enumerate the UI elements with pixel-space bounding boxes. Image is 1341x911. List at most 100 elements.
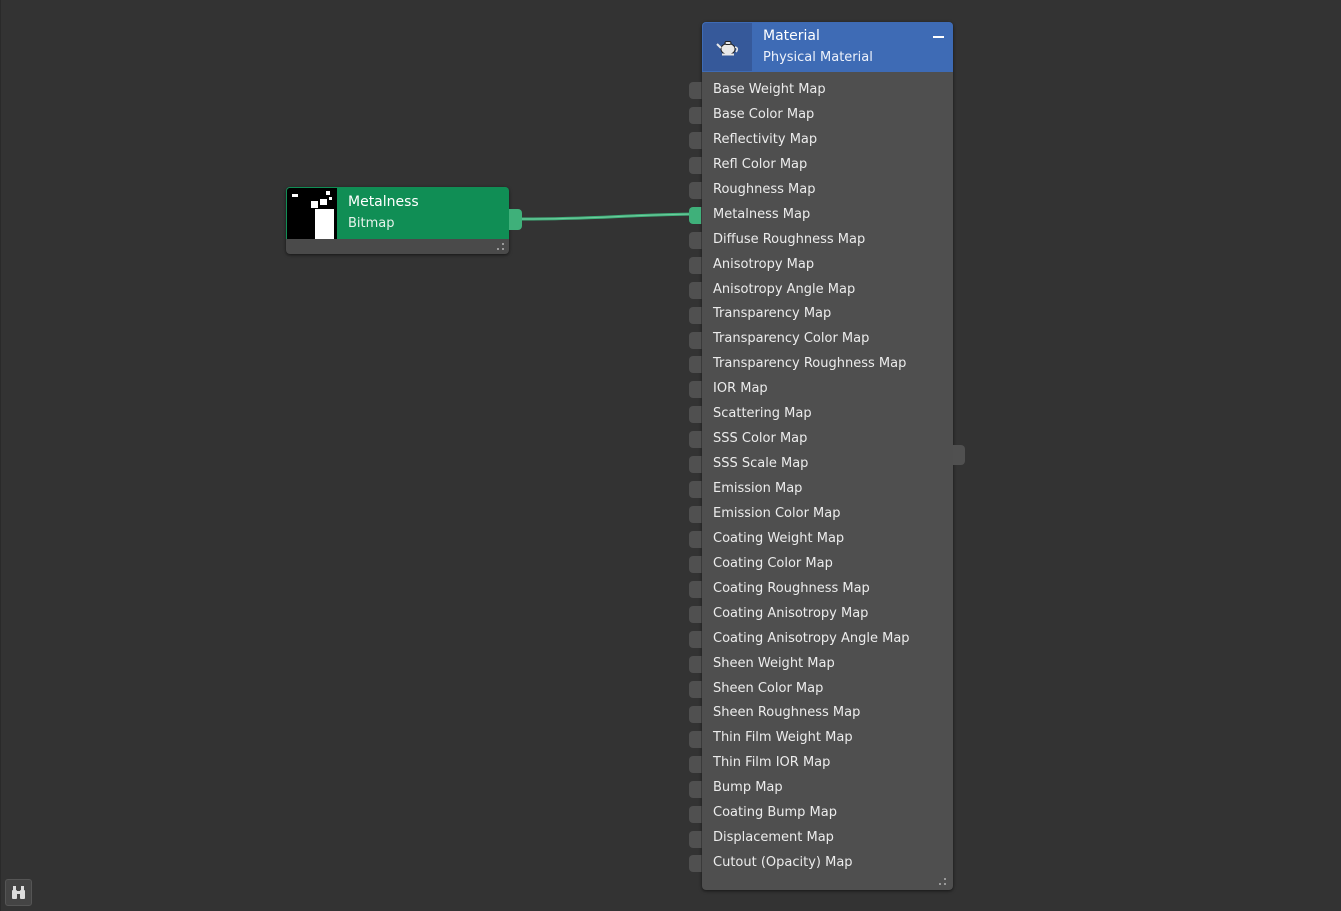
socket-row[interactable]: Bump Map (702, 776, 953, 801)
socket-row[interactable]: Transparency Roughness Map (702, 352, 953, 377)
socket-label: Base Weight Map (713, 82, 826, 97)
input-port[interactable] (689, 456, 702, 473)
socket-label: Sheen Weight Map (713, 655, 835, 671)
input-port[interactable] (689, 356, 702, 373)
socket-row[interactable]: Base Color Map (702, 103, 953, 128)
socket-row[interactable]: IOR Map (702, 377, 953, 402)
input-port[interactable] (689, 531, 702, 548)
input-port[interactable] (689, 132, 702, 149)
socket-row[interactable]: Anisotropy Angle Map (702, 278, 953, 303)
input-port[interactable] (689, 157, 702, 174)
input-port[interactable] (689, 381, 702, 398)
material-output-port[interactable] (953, 445, 965, 465)
collapse-button[interactable] (927, 28, 947, 44)
resize-grip-icon[interactable] (497, 243, 505, 251)
socket-row[interactable]: Anisotropy Map (702, 253, 953, 278)
socket-label: Bump Map (713, 780, 783, 796)
socket-row[interactable]: Coating Anisotropy Angle Map (702, 627, 953, 652)
bitmap-node-subtitle: Bitmap (348, 216, 395, 231)
input-port[interactable] (689, 581, 702, 598)
socket-row[interactable]: Sheen Color Map (702, 677, 953, 702)
socket-label: Cutout (Opacity) Map (713, 855, 853, 871)
input-port[interactable] (689, 681, 702, 698)
socket-row[interactable]: Coating Bump Map (702, 801, 953, 826)
input-port[interactable] (689, 182, 702, 199)
overview-button[interactable] (5, 879, 32, 906)
input-port[interactable] (689, 332, 702, 349)
input-port[interactable] (689, 855, 702, 872)
socket-row[interactable]: Thin Film Weight Map (702, 726, 953, 751)
socket-label: Thin Film Weight Map (713, 730, 853, 746)
socket-row[interactable]: Coating Anisotropy Map (702, 602, 953, 627)
socket-label: Thin Film IOR Map (713, 755, 831, 771)
material-socket-list: Base Weight Map Base Color Map Reflectivit… (702, 78, 953, 876)
socket-label: SSS Scale Map (713, 456, 809, 472)
socket-label: Transparency Map (713, 306, 832, 322)
input-port[interactable] (689, 556, 702, 573)
socket-label: Coating Roughness Map (713, 580, 870, 596)
socket-row[interactable]: Displacement Map (702, 826, 953, 851)
input-port[interactable] (689, 806, 702, 823)
socket-label: Refl Color Map (713, 156, 808, 172)
socket-row[interactable]: Base Weight Map (702, 78, 953, 103)
socket-row[interactable]: Emission Color Map (702, 502, 953, 527)
input-port[interactable] (689, 606, 702, 623)
socket-row[interactable]: Diffuse Roughness Map (702, 228, 953, 253)
material-node[interactable]: Material Physical Material Base Weight M… (702, 22, 953, 890)
node-editor-canvas[interactable]: Metalness Bitmap Material Physical Mater… (0, 0, 1341, 911)
socket-row[interactable]: Sheen Roughness Map (702, 701, 953, 726)
input-port[interactable] (689, 631, 702, 648)
resize-grip-icon[interactable] (939, 878, 947, 886)
socket-row[interactable]: Sheen Weight Map (702, 652, 953, 677)
socket-label: Reflectivity Map (713, 131, 818, 147)
socket-row[interactable]: Metalness Map (702, 203, 953, 228)
material-node-header[interactable]: Material Physical Material (702, 22, 953, 72)
socket-row[interactable]: Roughness Map (702, 178, 953, 203)
wire-path (521, 212, 698, 221)
socket-label: Diffuse Roughness Map (713, 231, 866, 247)
socket-row[interactable]: Emission Map (702, 477, 953, 502)
socket-row[interactable]: Refl Color Map (702, 153, 953, 178)
connection-wire[interactable] (0, 0, 1341, 911)
socket-row[interactable]: SSS Color Map (702, 427, 953, 452)
input-port[interactable] (689, 706, 702, 723)
bitmap-output-port[interactable] (509, 209, 522, 230)
material-node-title: Material (763, 28, 820, 44)
input-port[interactable] (689, 307, 702, 324)
socket-row[interactable]: Scattering Map (702, 402, 953, 427)
socket-row[interactable]: Coating Color Map (702, 552, 953, 577)
socket-row[interactable]: Transparency Color Map (702, 327, 953, 352)
socket-row[interactable]: Thin Film IOR Map (702, 751, 953, 776)
socket-label: Coating Color Map (713, 555, 833, 571)
socket-row[interactable]: Transparency Map (702, 302, 953, 327)
input-port[interactable] (689, 257, 702, 274)
socket-label: Anisotropy Map (713, 256, 815, 272)
input-port[interactable] (689, 756, 702, 773)
socket-row[interactable]: Coating Weight Map (702, 527, 953, 552)
socket-label: Coating Anisotropy Map (713, 605, 869, 621)
input-port[interactable] (689, 481, 702, 498)
input-port[interactable] (689, 406, 702, 423)
input-port[interactable] (689, 831, 702, 848)
socket-label: Displacement Map (713, 830, 834, 846)
input-port[interactable] (689, 207, 702, 224)
bitmap-node-header[interactable]: Metalness Bitmap (286, 187, 509, 239)
bitmap-node-title: Metalness (348, 194, 419, 210)
input-port[interactable] (689, 781, 702, 798)
socket-row[interactable]: SSS Scale Map (702, 452, 953, 477)
input-port[interactable] (689, 82, 702, 99)
socket-row[interactable]: Reflectivity Map (702, 128, 953, 153)
input-port[interactable] (689, 731, 702, 748)
socket-row[interactable]: Cutout (Opacity) Map (702, 851, 953, 876)
socket-label: Roughness Map (713, 181, 816, 197)
input-port[interactable] (689, 656, 702, 673)
bitmap-node[interactable]: Metalness Bitmap (286, 187, 509, 254)
material-icon-box (703, 23, 752, 71)
input-port[interactable] (689, 107, 702, 124)
input-port[interactable] (689, 232, 702, 249)
input-port[interactable] (689, 282, 702, 299)
socket-label: Sheen Color Map (713, 680, 824, 696)
input-port[interactable] (689, 431, 702, 448)
input-port[interactable] (689, 506, 702, 523)
socket-row[interactable]: Coating Roughness Map (702, 577, 953, 602)
